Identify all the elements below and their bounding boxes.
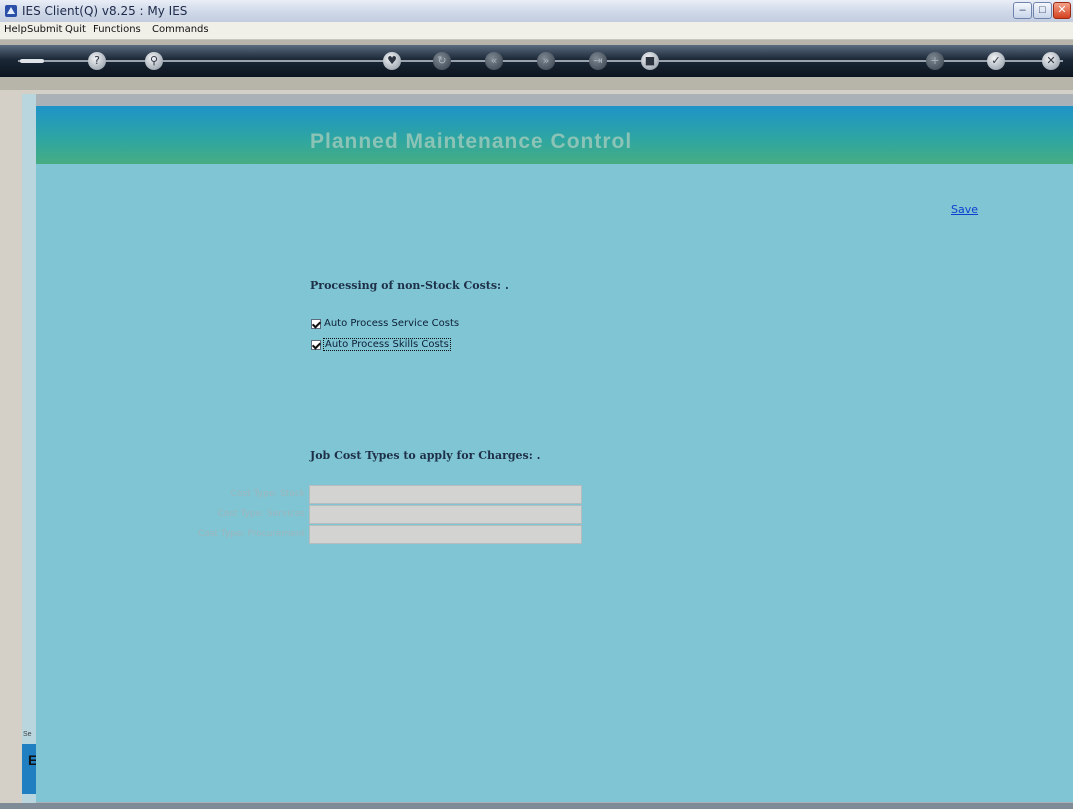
ok-icon[interactable]: ✓ xyxy=(987,52,1005,70)
forward-icon[interactable]: » xyxy=(537,52,555,70)
menu-quit[interactable]: Quit xyxy=(65,24,86,35)
toolbar-band: ? ⚲ ♥ ↻ « » ⇥ ■ + ✓ ✕ xyxy=(0,45,1073,77)
bottom-strip xyxy=(0,803,1073,809)
maximize-button[interactable]: □ xyxy=(1033,2,1052,19)
menu-bar: Help Submit Quit Functions Commands xyxy=(0,22,1073,40)
panel-header: Planned Maintenance Control xyxy=(36,106,1073,164)
checkbox-checked-icon[interactable] xyxy=(311,340,321,350)
refresh-icon[interactable]: ↻ xyxy=(433,52,451,70)
checkbox-label: Auto Process Skills Costs xyxy=(323,338,451,351)
heart-icon[interactable]: ♥ xyxy=(383,52,401,70)
menu-functions[interactable]: Functions xyxy=(93,24,141,35)
menu-commands[interactable]: Commands xyxy=(152,24,209,35)
close-button[interactable]: ✕ xyxy=(1053,2,1071,19)
skip-icon[interactable]: ⇥ xyxy=(589,52,607,70)
menu-submit[interactable]: Submit xyxy=(27,24,62,35)
app-icon xyxy=(5,5,17,17)
save-link[interactable]: Save xyxy=(951,203,978,216)
checkbox-label: Auto Process Service Costs xyxy=(324,318,460,329)
cost-type-services-input[interactable] xyxy=(309,505,582,524)
window-title-bar[interactable]: IES Client(Q) v8.25 : My IES – □ ✕ xyxy=(0,0,1073,23)
add-icon[interactable]: + xyxy=(926,52,944,70)
minimize-button[interactable]: – xyxy=(1013,2,1032,19)
field-label-cost-type-services: Cost Type: Services xyxy=(217,509,305,519)
stop-icon[interactable]: ■ xyxy=(641,52,659,70)
toolbar: ? ⚲ ♥ ↻ « » ⇥ ■ + ✓ ✕ xyxy=(0,40,1073,90)
cost-type-procurement-input[interactable] xyxy=(309,525,582,544)
field-label-cost-type-stock: Cost Type: Stock xyxy=(230,489,305,499)
key-icon[interactable] xyxy=(20,59,44,63)
checkbox-checked-icon[interactable] xyxy=(311,319,321,329)
left-gutter xyxy=(22,94,36,806)
rewind-icon[interactable]: « xyxy=(485,52,503,70)
main-panel xyxy=(36,106,1073,802)
section-title-job-cost-types: Job Cost Types to apply for Charges: . xyxy=(310,449,541,462)
section-title-non-stock-costs: Processing of non-Stock Costs: . xyxy=(310,279,509,292)
search-icon[interactable]: ⚲ xyxy=(145,52,163,70)
page-title: Planned Maintenance Control xyxy=(310,130,633,153)
window-title: IES Client(Q) v8.25 : My IES xyxy=(22,4,188,18)
cost-type-stock-input[interactable] xyxy=(309,485,582,504)
menu-help[interactable]: Help xyxy=(4,24,27,35)
help-icon[interactable]: ? xyxy=(88,52,106,70)
cancel-icon[interactable]: ✕ xyxy=(1042,52,1060,70)
gutter-tiny-label: Se xyxy=(23,731,32,738)
field-label-cost-type-procurement: Cost Type: Procurement xyxy=(198,529,305,539)
